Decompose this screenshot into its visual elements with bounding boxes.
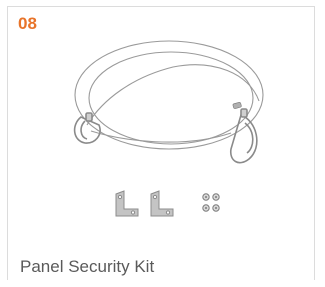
product-name: Panel Security Kit [20, 257, 155, 276]
product-card[interactable]: 08 Panel Security Kit [7, 6, 315, 280]
security-cable-kit-image [73, 40, 264, 217]
item-number: 08 [18, 14, 37, 33]
